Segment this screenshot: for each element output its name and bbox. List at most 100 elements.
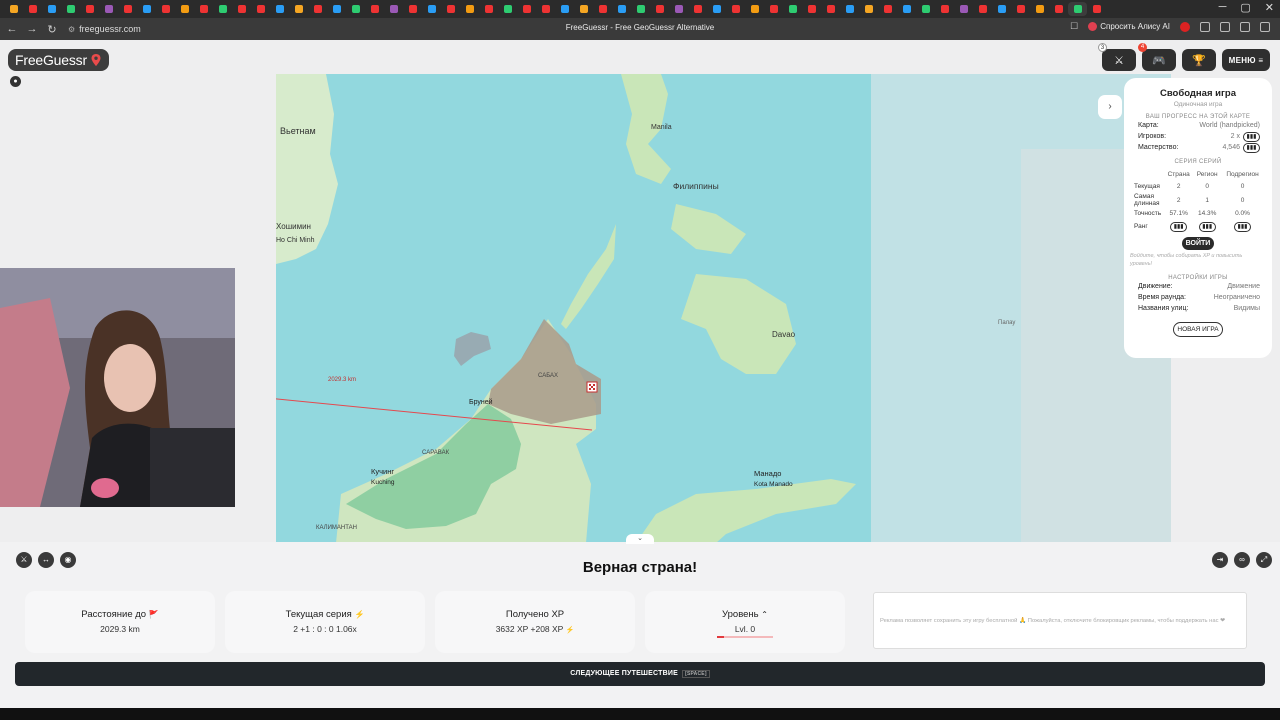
browser-tab[interactable] xyxy=(745,2,764,16)
panel-toggle-button[interactable]: › xyxy=(1098,95,1122,119)
minimize-icon[interactable]: ─ xyxy=(1219,1,1227,14)
browser-tab[interactable] xyxy=(574,2,593,16)
browser-tab[interactable] xyxy=(688,2,707,16)
progress-header: ВАШ ПРОГРЕСС НА ЭТОЙ КАРТЕ xyxy=(1145,114,1251,120)
browser-tab[interactable] xyxy=(593,2,612,16)
browser-tab[interactable] xyxy=(726,2,745,16)
browser-tab[interactable] xyxy=(612,2,631,16)
browser-tab[interactable] xyxy=(897,2,916,16)
browser-tab[interactable] xyxy=(631,2,650,16)
browser-tab[interactable] xyxy=(365,2,384,16)
bar-chart-icon[interactable]: ▮▮▮ xyxy=(1234,221,1251,232)
browser-tab[interactable] xyxy=(403,2,422,16)
browser-tab[interactable] xyxy=(1011,2,1030,16)
bar-chart-icon[interactable]: ▮▮▮ xyxy=(1243,131,1260,142)
browser-tab[interactable] xyxy=(194,2,213,16)
bar-chart-icon[interactable]: ▮▮▮ xyxy=(1243,142,1260,153)
browser-tab[interactable] xyxy=(764,2,783,16)
browser-tab[interactable] xyxy=(289,2,308,16)
setting-label: Время раунда: xyxy=(1138,293,1186,301)
logo-text: FreeGuessr xyxy=(15,52,87,68)
result-map[interactable]: Вьетнам Хошимин Ho Chi Minh Manila Филип… xyxy=(276,74,1171,543)
downloads-icon[interactable] xyxy=(1240,21,1250,32)
maximize-icon[interactable]: ▢ xyxy=(1240,1,1250,14)
panel-subtitle: Одиночная игра xyxy=(1173,101,1223,108)
browser-tab[interactable] xyxy=(327,2,346,16)
setting-value: Видимы xyxy=(1233,304,1260,312)
tab-favicon-icon xyxy=(579,5,588,13)
tab-favicon-icon xyxy=(750,5,759,13)
close-icon[interactable]: ✕ xyxy=(1265,1,1274,14)
user-icon[interactable]: ● xyxy=(10,76,21,87)
login-button[interactable]: ВОЙТИ xyxy=(1182,237,1214,251)
screenshot-icon[interactable] xyxy=(1260,21,1270,32)
browser-tab[interactable] xyxy=(992,2,1011,16)
result-panel: ⌄ ⚔ ↔ ◉ ⇥ ∞ ⤢ Верная страна! Расстояние … xyxy=(0,534,1280,708)
browser-tab[interactable] xyxy=(270,2,289,16)
browser-tab[interactable] xyxy=(61,2,80,16)
browser-tab[interactable] xyxy=(308,2,327,16)
browser-tab[interactable] xyxy=(555,2,574,16)
browser-tab[interactable] xyxy=(23,2,42,16)
browser-tab[interactable] xyxy=(441,2,460,16)
browser-tab[interactable] xyxy=(821,2,840,16)
card-value: Lvl. 0 xyxy=(734,624,756,634)
next-journey-button[interactable]: СЛЕДУЮЩЕЕ ПУТЕШЕСТВИЕ [SPACE] xyxy=(15,662,1265,686)
browser-tab[interactable] xyxy=(650,2,669,16)
browser-tab[interactable] xyxy=(859,2,878,16)
extensions-icon[interactable] xyxy=(1200,21,1210,32)
browser-tab[interactable] xyxy=(232,2,251,16)
swords-icon: ⚔ xyxy=(1114,54,1124,67)
browser-tab[interactable] xyxy=(422,2,441,16)
app-logo[interactable]: FreeGuessr xyxy=(8,49,109,71)
browser-tab[interactable] xyxy=(954,2,973,16)
bookmark-icon[interactable]: ☐ xyxy=(1070,21,1078,32)
browser-tab[interactable] xyxy=(118,2,137,16)
extension-icon[interactable] xyxy=(1180,21,1190,32)
browser-tab[interactable] xyxy=(783,2,802,16)
browser-tab[interactable] xyxy=(80,2,99,16)
browser-tab[interactable] xyxy=(175,2,194,16)
new-game-button[interactable]: НОВАЯ ИГРА xyxy=(1173,321,1223,337)
browser-tab[interactable] xyxy=(669,2,688,16)
bar-chart-icon[interactable]: ▮▮▮ xyxy=(1198,221,1216,232)
browser-tab[interactable] xyxy=(99,2,118,16)
browser-tab[interactable] xyxy=(213,2,232,16)
browser-tab[interactable] xyxy=(137,2,156,16)
map-label-kuching: Кучинг xyxy=(371,467,394,476)
settings-icon[interactable] xyxy=(1220,21,1230,32)
col-region: Регион xyxy=(1196,170,1218,178)
browser-tab[interactable] xyxy=(251,2,270,16)
browser-tab[interactable] xyxy=(460,2,479,16)
menu-button[interactable]: МЕНЮ ≡ xyxy=(1222,49,1270,71)
map-label-sarawak: САРАВАК xyxy=(422,450,450,456)
bar-chart-icon[interactable]: ▮▮▮ xyxy=(1170,221,1188,232)
collapse-button[interactable]: ⌄ xyxy=(626,534,654,544)
browser-tab[interactable] xyxy=(1049,2,1068,16)
browser-tab[interactable] xyxy=(536,2,555,16)
browser-tab[interactable] xyxy=(973,2,992,16)
browser-tab[interactable] xyxy=(935,2,954,16)
browser-tab[interactable] xyxy=(346,2,365,16)
browser-tab[interactable] xyxy=(517,2,536,16)
browser-tab[interactable] xyxy=(1030,2,1049,16)
browser-tab[interactable] xyxy=(1068,2,1087,16)
settings-row: Время раунда: Неограничено xyxy=(1124,292,1272,303)
browser-tab[interactable] xyxy=(707,2,726,16)
multiplayer-button[interactable]: 4 🎮 xyxy=(1138,43,1176,71)
browser-tab[interactable] xyxy=(42,2,61,16)
card-label: Уровень ⌃ xyxy=(722,609,768,620)
browser-tab[interactable] xyxy=(878,2,897,16)
browser-tab[interactable] xyxy=(479,2,498,16)
alice-button[interactable]: Спросить Алису AI xyxy=(1088,22,1170,31)
browser-tab[interactable] xyxy=(802,2,821,16)
browser-tab[interactable] xyxy=(4,2,23,16)
browser-tab[interactable] xyxy=(916,2,935,16)
browser-tab[interactable] xyxy=(384,2,403,16)
browser-tab[interactable] xyxy=(840,2,859,16)
browser-tab[interactable] xyxy=(1087,2,1106,16)
trophy-button[interactable]: 🏆 xyxy=(1182,49,1216,71)
close-game-button[interactable]: 3 ⚔ xyxy=(1098,43,1136,71)
browser-tab[interactable] xyxy=(498,2,517,16)
browser-tab[interactable] xyxy=(156,2,175,16)
